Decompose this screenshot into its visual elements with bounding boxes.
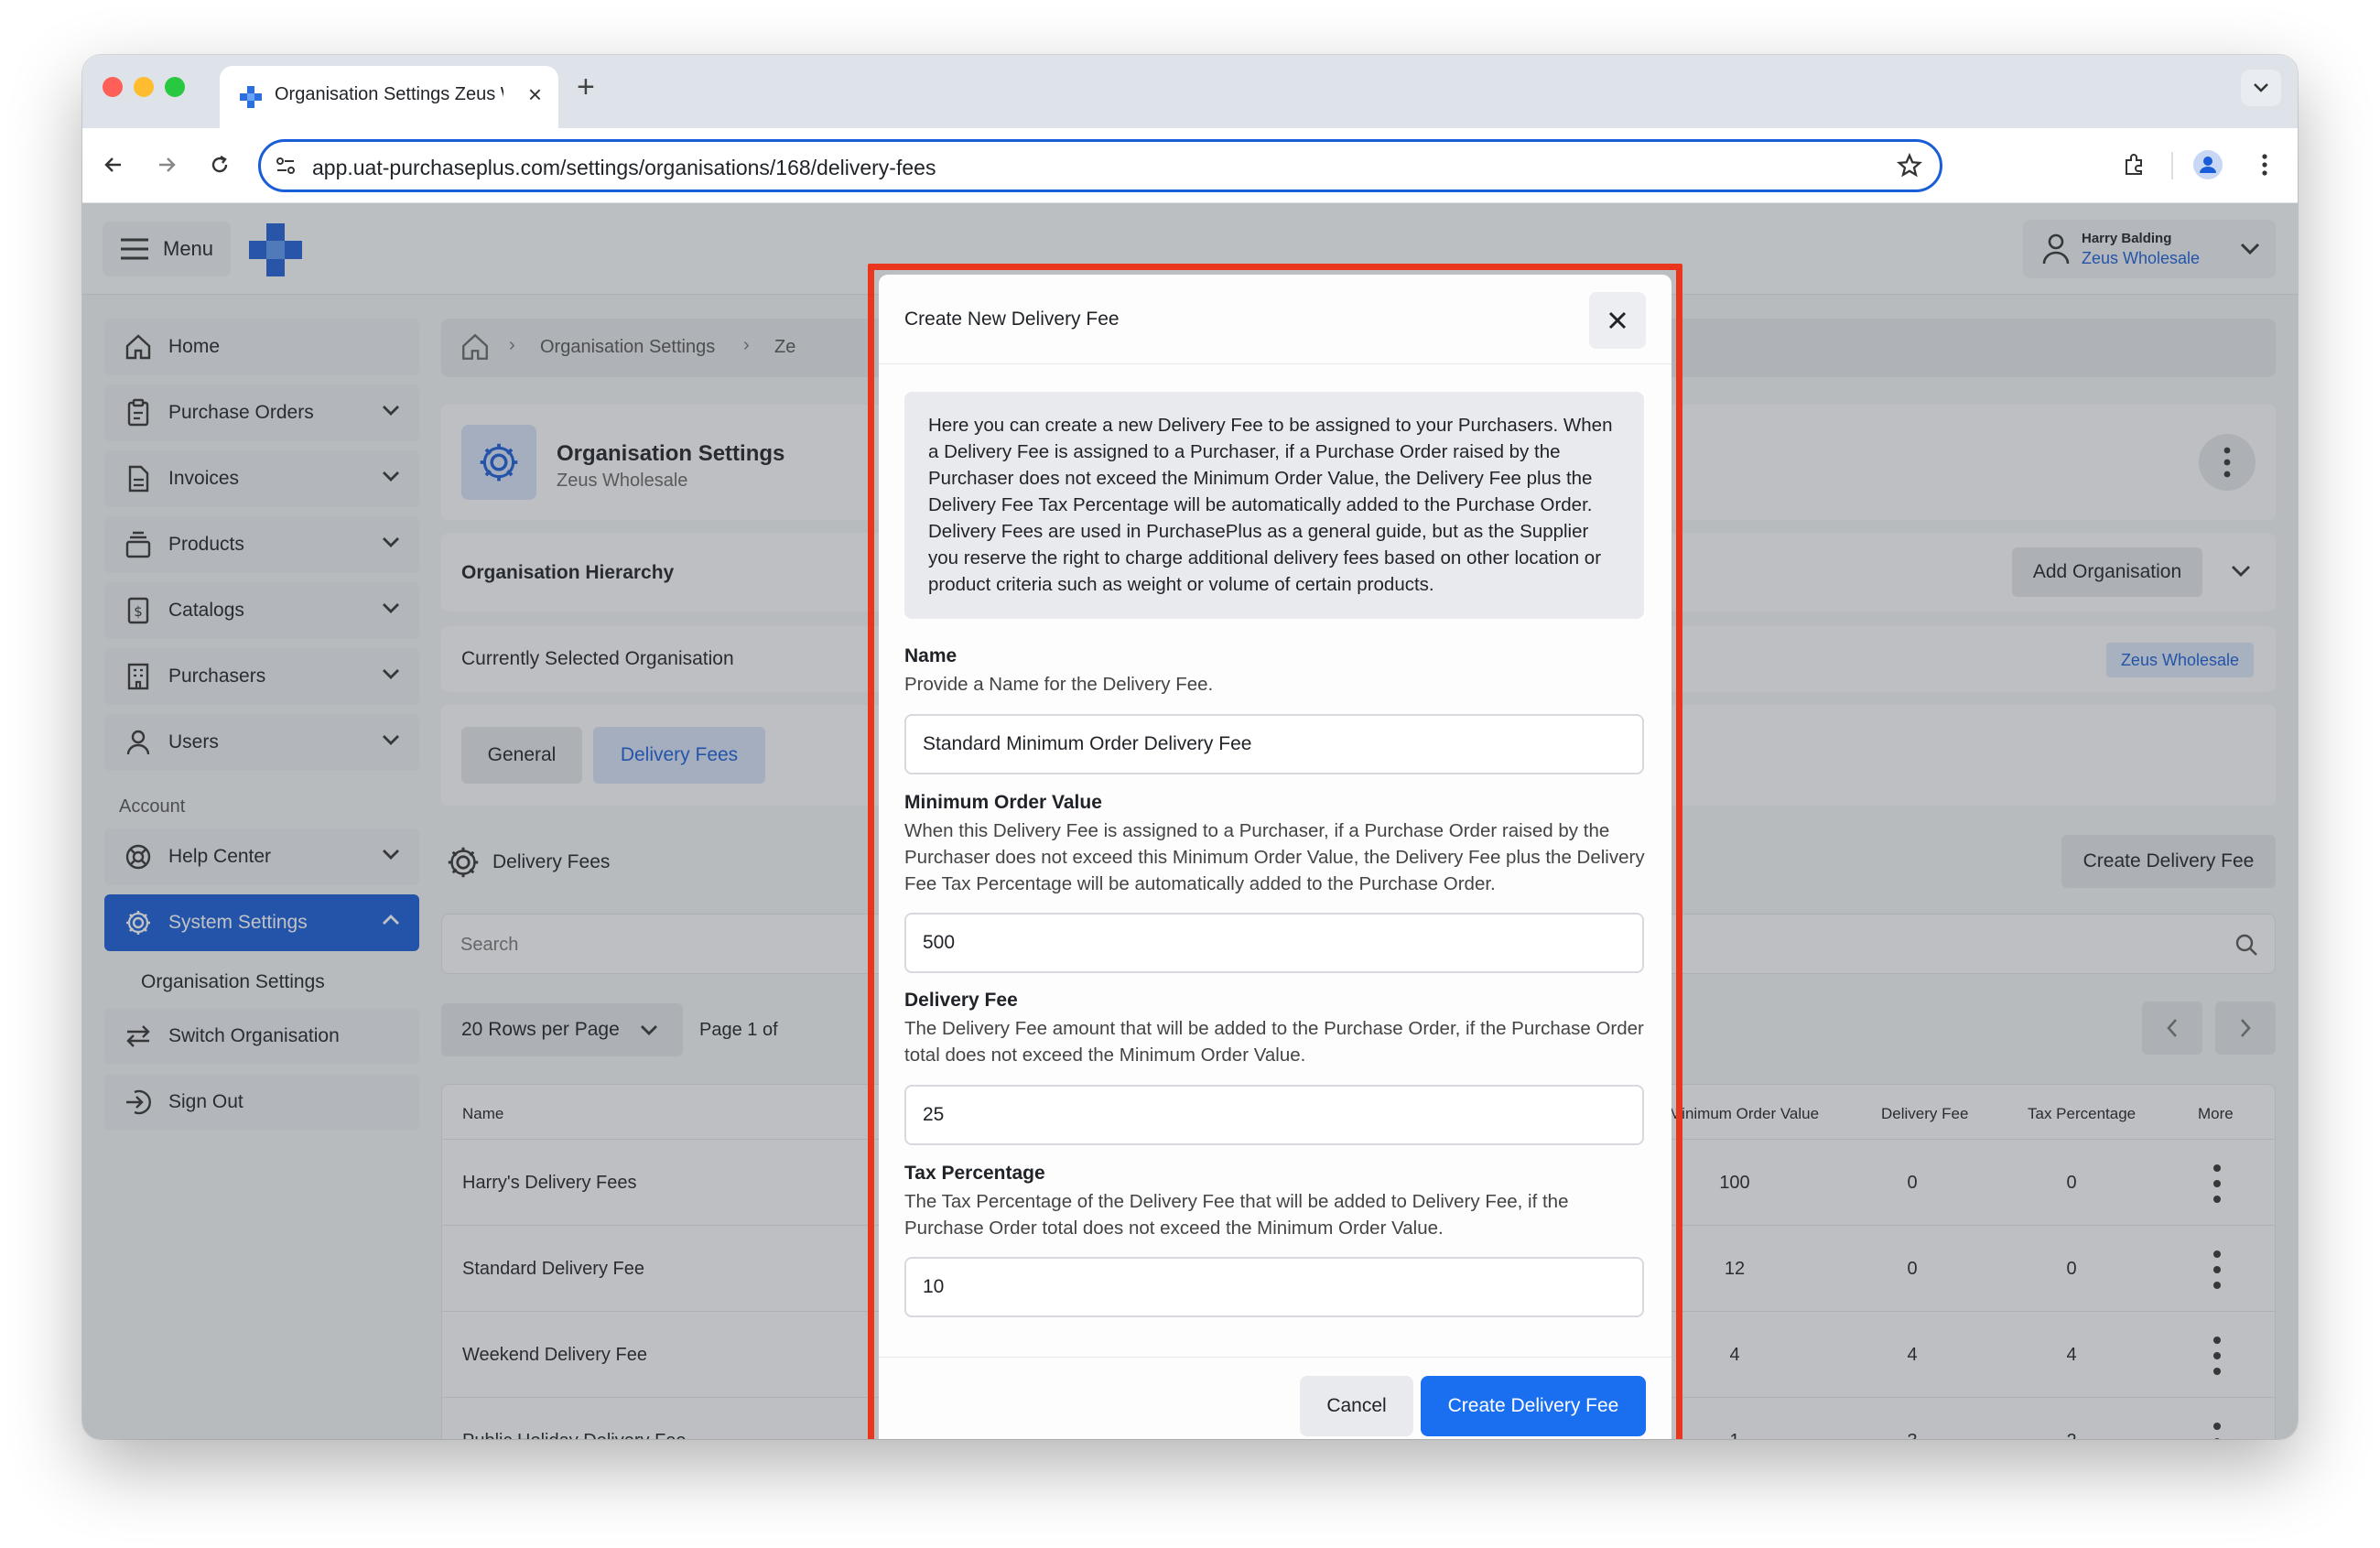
tab-title: Organisation Settings Zeus Wholesale bbox=[275, 84, 503, 104]
url-text: app.uat-purchaseplus.com/settings/organi… bbox=[312, 156, 936, 179]
vertical-dots-icon bbox=[2262, 154, 2267, 176]
extensions-button[interactable] bbox=[2118, 148, 2151, 181]
forward-button[interactable] bbox=[150, 148, 183, 181]
chevron-down-icon bbox=[2254, 83, 2268, 92]
close-window-button[interactable] bbox=[103, 77, 123, 97]
minimum-order-value-description: When this Delivery Fee is assigned to a … bbox=[904, 820, 1645, 894]
delivery-fee-field[interactable] bbox=[904, 1085, 1644, 1145]
name-field[interactable] bbox=[904, 714, 1644, 774]
tab-search-button[interactable] bbox=[2241, 70, 2281, 106]
create-delivery-fee-dialog: Create New Delivery Fee Here you can cre… bbox=[879, 275, 1671, 1439]
back-button[interactable] bbox=[97, 148, 130, 181]
minimum-order-value-field[interactable] bbox=[904, 913, 1644, 973]
browser-tab[interactable]: Organisation Settings Zeus Wholesale × bbox=[220, 66, 558, 128]
new-tab-button[interactable]: + bbox=[577, 70, 595, 105]
purchaseplus-favicon-icon bbox=[240, 86, 262, 108]
reload-icon bbox=[211, 155, 228, 173]
site-settings-icon bbox=[276, 157, 295, 174]
dialog-info-text: Here you can create a new Delivery Fee t… bbox=[904, 392, 1644, 619]
reload-button[interactable] bbox=[203, 148, 236, 181]
toolbar-divider bbox=[2171, 152, 2173, 179]
maximize-window-button[interactable] bbox=[165, 77, 185, 97]
tax-percentage-label: Tax Percentage bbox=[904, 1163, 1045, 1184]
tax-percentage-field[interactable] bbox=[904, 1257, 1644, 1317]
browser-toolbar: app.uat-purchaseplus.com/settings/organi… bbox=[82, 128, 2298, 203]
name-description: Provide a Name for the Delivery Fee. bbox=[904, 674, 1214, 695]
arrow-left-icon bbox=[104, 157, 121, 172]
tax-percentage-description: The Tax Percentage of the Delivery Fee t… bbox=[904, 1191, 1569, 1239]
puzzle-icon bbox=[2126, 154, 2142, 175]
dialog-header: Create New Delivery Fee bbox=[879, 275, 1671, 364]
minimum-order-value-label: Minimum Order Value bbox=[904, 792, 1102, 813]
tab-bar: Organisation Settings Zeus Wholesale × + bbox=[82, 55, 2298, 128]
create-delivery-fee-submit-button[interactable]: Create Delivery Fee bbox=[1421, 1376, 1646, 1436]
bookmark-star-icon[interactable] bbox=[1896, 152, 1923, 179]
close-icon bbox=[1608, 311, 1627, 330]
profile-avatar-icon bbox=[2193, 150, 2223, 179]
tab-close-icon[interactable]: × bbox=[528, 81, 542, 109]
browser-menu-button[interactable] bbox=[2248, 148, 2281, 181]
name-label: Name bbox=[904, 645, 957, 666]
arrow-right-icon bbox=[159, 157, 176, 172]
dialog-title: Create New Delivery Fee bbox=[904, 309, 1120, 330]
close-dialog-button[interactable] bbox=[1589, 292, 1646, 349]
dialog-footer: Cancel Create Delivery Fee bbox=[879, 1357, 1671, 1439]
delivery-fee-description: The Delivery Fee amount that will be add… bbox=[904, 1018, 1644, 1066]
address-bar[interactable]: app.uat-purchaseplus.com/settings/organi… bbox=[258, 139, 1942, 192]
profile-button[interactable] bbox=[2191, 148, 2224, 181]
browser-window: Organisation Settings Zeus Wholesale × +… bbox=[82, 55, 2298, 1439]
cancel-button[interactable]: Cancel bbox=[1300, 1376, 1413, 1436]
minimize-window-button[interactable] bbox=[134, 77, 154, 97]
delivery-fee-label: Delivery Fee bbox=[904, 990, 1018, 1011]
